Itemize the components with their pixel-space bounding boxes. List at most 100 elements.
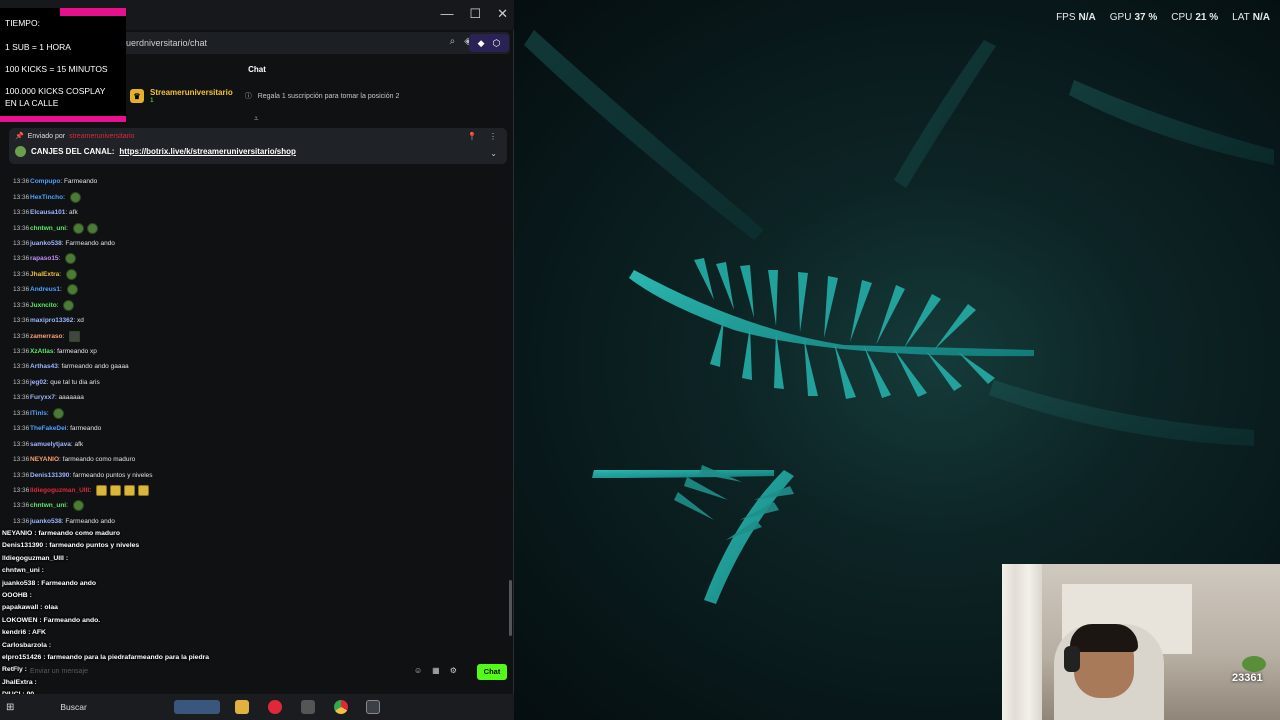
gift-icon[interactable]: ▦ xyxy=(432,666,440,675)
overlay-chat-user: chntwn_uni xyxy=(2,567,40,575)
message-colon: : xyxy=(89,486,93,494)
message-time: 13:36 xyxy=(13,317,30,325)
chat-message: 13:36 lldiegoguzman_UIII: xyxy=(13,483,503,498)
emote-icon xyxy=(69,191,81,203)
chat-message: 13:36 TheFakeDei: farmeando xyxy=(13,421,503,436)
send-chat-button[interactable]: Chat xyxy=(477,664,507,680)
overlay-chat-line: LOKOWEN : Farmeando ando. xyxy=(2,617,252,629)
minimize-icon[interactable]: — xyxy=(440,6,453,22)
pin-icon[interactable]: 📍 xyxy=(467,132,477,141)
chat-message: 13:36 jeg02: que tal tu dia aris xyxy=(13,375,503,390)
message-username[interactable]: XzAtlas xyxy=(30,348,53,355)
message-username[interactable]: NEYANIO xyxy=(30,456,59,463)
chat-message: 13:36 juanko538: Farmeando ando xyxy=(13,236,503,251)
message-username[interactable]: Denis131390 xyxy=(30,472,69,479)
message-colon: : xyxy=(59,270,63,278)
message-username[interactable]: Arthas43 xyxy=(30,363,58,370)
more-options-icon[interactable]: ⋮ xyxy=(489,132,497,141)
app-grid-icon[interactable] xyxy=(301,700,315,714)
settings-icon[interactable]: ⚙ xyxy=(450,666,457,675)
diamond-icon[interactable]: ◆ xyxy=(478,38,485,49)
cpu-readout: CPU 21 % xyxy=(1171,12,1219,23)
overlay-chat-line: lldiegoguzman_UIII : xyxy=(2,555,252,567)
taskbar-thumbnail[interactable] xyxy=(174,700,220,714)
pinned-message[interactable]: 📌 Enviado por streameruniversitario CANJ… xyxy=(9,128,507,164)
message-username[interactable]: maxipro13362 xyxy=(30,317,73,324)
overlay-chat-sep: : xyxy=(27,591,32,599)
overlay-chat-line: RetFly : xyxy=(2,666,252,678)
message-username[interactable]: zamerraso xyxy=(30,333,63,340)
overlay-chat-user: NEYANIO xyxy=(2,530,33,537)
message-time: 13:36 xyxy=(13,378,30,386)
message-username[interactable]: Elcausa101 xyxy=(30,209,65,216)
message-username[interactable]: chntwn_uni xyxy=(30,225,66,232)
chat-message: 13:36 Compupo: Farmeando xyxy=(13,174,503,189)
message-username[interactable]: juanko538 xyxy=(30,240,62,247)
overlay-chat-user: LOKOWEN xyxy=(2,616,38,624)
message-username[interactable]: chntwn_uni xyxy=(30,502,66,509)
pinned-by-label: Enviado por xyxy=(27,132,66,140)
message-text: xd xyxy=(77,317,84,325)
window-app-icon[interactable] xyxy=(366,700,380,714)
message-username[interactable]: TheFakeDei xyxy=(30,425,67,432)
overlay-chat-user: OOOHB xyxy=(2,591,28,599)
emoji-icon[interactable]: ☺ xyxy=(414,666,422,675)
cube-icon[interactable]: ⬡ xyxy=(493,38,501,49)
pinned-link[interactable]: https://botrix.live/k/streameruniversita… xyxy=(119,147,296,156)
message-time: 13:36 xyxy=(13,209,30,217)
message-username[interactable]: Compupo xyxy=(30,178,60,185)
message-text: afk xyxy=(69,209,78,217)
overlay-chat-line: JhalExtra : xyxy=(2,679,252,691)
chrome-icon[interactable] xyxy=(334,700,348,714)
sub-leaderboard-banner[interactable]: ♛ Streameruniversitario 1 ⓘ Regala 1 sus… xyxy=(130,84,500,108)
overlay-chat-sep: : xyxy=(39,567,44,575)
message-text: farmeando ando gaaaa xyxy=(61,363,129,371)
maximize-icon[interactable]: ☐ xyxy=(469,6,481,22)
message-colon: : xyxy=(66,224,70,232)
message-username[interactable]: juanko538 xyxy=(30,518,62,525)
chat-scrollbar[interactable] xyxy=(509,580,512,636)
overlay-chat-user: Carlosbarzola xyxy=(2,641,47,649)
message-username[interactable]: JhalExtra xyxy=(30,271,59,278)
overlay-chat-user: kendri6 xyxy=(2,629,27,637)
sub-leader: Streameruniversitario 1 xyxy=(150,88,233,104)
overlay-chat-line: Denis131390 : farmeando puntos y niveles xyxy=(2,542,252,554)
overlay-chat-line: juanko538 : Farmeando ando xyxy=(2,580,252,592)
chat-message: 13:36 Furyxx7: aaaaaaa xyxy=(13,390,503,405)
message-text: Farmeando ando xyxy=(65,239,115,247)
sub-counter-badge: 23361 xyxy=(1232,656,1274,690)
message-username[interactable]: Furyxx7 xyxy=(30,394,55,401)
message-username[interactable]: Andreus1 xyxy=(30,286,60,293)
desktop: FPS N/A GPU 37 % CPU 21 % LAT N/A — ☐ ✕ uerd… xyxy=(0,0,1280,720)
message-username[interactable]: ITinls xyxy=(30,410,47,417)
message-colon: : xyxy=(58,255,63,263)
message-username[interactable]: samuelytjava xyxy=(30,441,71,448)
emote-icon xyxy=(109,484,121,496)
extensions-button[interactable]: ◆ ⬡ xyxy=(469,34,509,52)
overlay-chat-line: Carlosbarzola : xyxy=(2,642,252,654)
message-time: 13:36 xyxy=(13,178,30,186)
search-icon[interactable]: ⌕ xyxy=(450,36,456,47)
chat-message: 13:36 Elcausa101: afk xyxy=(13,205,503,220)
address-bar[interactable]: uerdniversitario/chat ⌕ ◈ ▷ ⤓ xyxy=(120,32,510,54)
chat-message: 13:36 NEYANIO: farmeando como maduro xyxy=(13,452,503,467)
message-username[interactable]: jeg02 xyxy=(30,379,47,386)
taskbar: ⊞ Buscar xyxy=(0,694,514,720)
message-username[interactable]: rapaso15 xyxy=(30,255,59,262)
overlay-chat-user: juanko538 xyxy=(2,579,36,587)
chevron-down-icon[interactable]: ⌄ xyxy=(490,149,497,158)
close-icon[interactable]: ✕ xyxy=(497,6,508,22)
chat-message: 13:36 zamerraso: xyxy=(13,328,503,343)
start-icon[interactable]: ⊞ xyxy=(6,702,14,713)
collapse-arrow-icon[interactable]: ⩡ xyxy=(254,114,259,124)
message-username[interactable]: HexTincho xyxy=(30,194,63,201)
opera-icon[interactable] xyxy=(268,700,282,714)
folder-icon[interactable] xyxy=(235,700,249,714)
message-time: 13:36 xyxy=(13,440,30,448)
sub-gift-text: Regala 1 suscripción para tomar la posic… xyxy=(257,92,400,100)
emote-icon xyxy=(72,500,84,512)
message-username[interactable]: Juxncito xyxy=(30,302,57,309)
taskbar-search[interactable]: Buscar xyxy=(60,702,86,712)
message-text: farmeando puntos y niveles xyxy=(73,471,153,479)
message-username[interactable]: lldiegoguzman_UIII xyxy=(30,487,89,494)
